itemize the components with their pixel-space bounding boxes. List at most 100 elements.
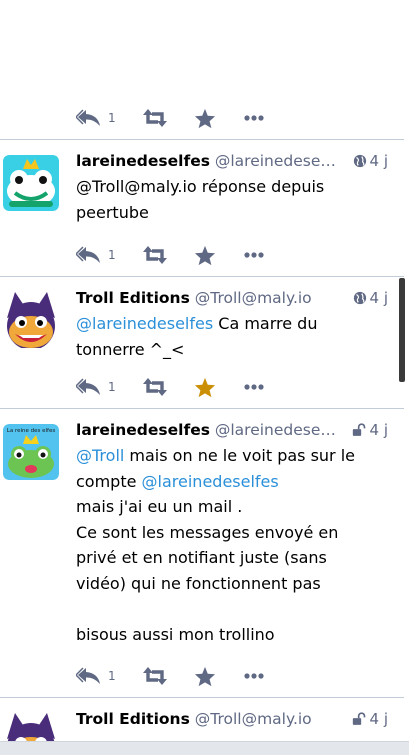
display-name[interactable]: Troll Editions xyxy=(76,289,190,307)
star-icon xyxy=(194,245,216,266)
boost-icon xyxy=(142,666,168,686)
mention-link[interactable]: @lareinedeselfes xyxy=(142,472,279,491)
content-text: Ca marre du xyxy=(213,314,318,333)
account-handle[interactable]: @lareinedese… xyxy=(215,421,336,439)
status-content: @Troll mais on ne le voit pas sur le comp… xyxy=(76,443,394,648)
boost-icon xyxy=(142,108,168,128)
status-item[interactable]: La reine des elfes lareinedeselfes @larei… xyxy=(0,409,404,698)
status-header: Troll Editions @Troll@maly.io xyxy=(76,286,350,310)
relative-time[interactable]: 4 j xyxy=(370,710,388,728)
globe-icon xyxy=(353,154,367,168)
frog-queen-avatar[interactable]: La reine des elfes xyxy=(3,424,59,480)
content-text: mais on ne le voit pas sur le xyxy=(124,446,356,465)
more-button[interactable] xyxy=(244,383,274,391)
frog-avatar[interactable] xyxy=(3,155,59,211)
unlock-icon xyxy=(352,712,367,726)
content-text: mais j'ai eu un mail . xyxy=(76,497,243,517)
account-handle[interactable]: @Troll@maly.io xyxy=(195,289,312,307)
reply-button[interactable]: 1 xyxy=(76,108,142,128)
content-line: bisous aussi mon trollino xyxy=(76,622,394,648)
relative-time[interactable]: 4 j xyxy=(370,421,388,439)
avatar-caption: La reine des elfes xyxy=(7,428,56,434)
status-content: @lareinedeselfes Ca marre du tonnerre ^_< xyxy=(76,311,394,362)
action-bar: 1 xyxy=(76,373,274,401)
reply-count: 1 xyxy=(108,111,116,125)
content-line: privé et en notifiant juste (sans xyxy=(76,545,394,571)
action-bar: 1 xyxy=(76,104,274,132)
boost-button[interactable] xyxy=(142,666,194,686)
content-line: @Troll mais on ne le voit pas sur le xyxy=(76,443,394,469)
star-icon xyxy=(194,666,216,687)
action-bar: 1 xyxy=(76,241,274,269)
reply-icon xyxy=(76,108,102,128)
reply-button[interactable]: 1 xyxy=(76,377,142,397)
boost-button[interactable] xyxy=(142,245,194,265)
status-item[interactable]: Troll Editions @Troll@maly.io 4 j @lareine… xyxy=(0,277,404,409)
reply-button[interactable]: 1 xyxy=(76,666,142,686)
timeline: Troll Editions @Troll@maly.io 4 j @lareine… xyxy=(0,0,404,755)
star-icon xyxy=(194,108,216,129)
status-header: Troll Editions @Troll@maly.io xyxy=(76,707,350,731)
more-button[interactable] xyxy=(244,251,274,259)
display-name[interactable]: lareinedeselfes xyxy=(76,152,210,170)
globe-icon xyxy=(353,291,367,305)
content-text: Ce sont les messages envoyé en xyxy=(76,522,339,542)
more-icon xyxy=(244,672,264,680)
account-handle[interactable]: @lareinedese… xyxy=(215,152,336,170)
reply-icon xyxy=(76,666,102,686)
account-handle[interactable]: @Troll@maly.io xyxy=(195,710,312,728)
boost-button[interactable] xyxy=(142,108,194,128)
status-header: lareinedeselfes @lareinedese… xyxy=(76,418,350,442)
scrollbar-thumb[interactable] xyxy=(399,278,405,382)
action-bar: 1 xyxy=(76,662,274,690)
boost-button[interactable] xyxy=(142,377,194,397)
status-meta[interactable]: 4 j xyxy=(352,418,388,442)
status-meta[interactable]: 4 j xyxy=(353,286,388,310)
favourite-button[interactable] xyxy=(194,245,244,266)
content-line: tonnerre ^_< xyxy=(76,337,394,363)
relative-time[interactable]: 4 j xyxy=(370,289,388,307)
bottom-bar xyxy=(0,741,409,755)
unlock-icon xyxy=(352,423,367,437)
content-text: @Troll@maly.io réponse depuis xyxy=(76,177,325,196)
relative-time[interactable]: 4 j xyxy=(370,152,388,170)
mention-link[interactable]: @lareinedeselfes xyxy=(76,314,213,333)
status-meta[interactable]: 4 j xyxy=(353,149,388,173)
content-text: vidéo) qui ne fonctionnent pas xyxy=(76,573,321,593)
status-item[interactable]: Troll Editions @Troll@maly.io4 j@lareine… xyxy=(0,0,404,140)
content-text: peertube xyxy=(76,202,149,222)
content-line: Ce sont les messages envoyé en xyxy=(76,520,394,546)
fox-avatar[interactable] xyxy=(3,292,59,348)
display-name[interactable]: lareinedeselfes xyxy=(76,421,210,439)
content-line: mais j'ai eu un mail . xyxy=(76,494,394,520)
content-line: @lareinedeselfes Ca marre du xyxy=(76,311,394,337)
reply-icon xyxy=(76,245,102,265)
favourite-button[interactable] xyxy=(194,666,244,687)
reply-count: 1 xyxy=(108,248,116,262)
content-line: compte @lareinedeselfes xyxy=(76,469,394,495)
display-name[interactable]: Troll Editions xyxy=(76,710,190,728)
status-content: @Troll@maly.io réponse depuis peertube xyxy=(76,174,394,225)
status-meta[interactable]: 4 j xyxy=(352,707,388,731)
reply-count: 1 xyxy=(108,380,116,394)
status-item[interactable]: lareinedeselfes @lareinedese… 4 j @Troll@m… xyxy=(0,140,404,277)
favourite-button[interactable] xyxy=(194,108,244,129)
favourite-button[interactable] xyxy=(194,377,244,398)
more-button[interactable] xyxy=(244,114,274,122)
content-text: privé et en notifiant juste (sans xyxy=(76,548,327,568)
more-button[interactable] xyxy=(244,672,274,680)
content-text: tonnerre ^_< xyxy=(76,339,185,359)
reply-icon xyxy=(76,377,102,397)
boost-icon xyxy=(142,245,168,265)
star-icon xyxy=(194,377,216,398)
mention-link[interactable]: @Troll xyxy=(76,446,124,465)
reply-button[interactable]: 1 xyxy=(76,245,142,265)
boost-icon xyxy=(142,377,168,397)
more-icon xyxy=(244,383,264,391)
content-line: @Troll@maly.io réponse depuis xyxy=(76,174,394,200)
content-line: vidéo) qui ne fonctionnent pas xyxy=(76,571,394,597)
reply-count: 1 xyxy=(108,669,116,683)
more-icon xyxy=(244,114,264,122)
content-text: compte xyxy=(76,471,142,491)
